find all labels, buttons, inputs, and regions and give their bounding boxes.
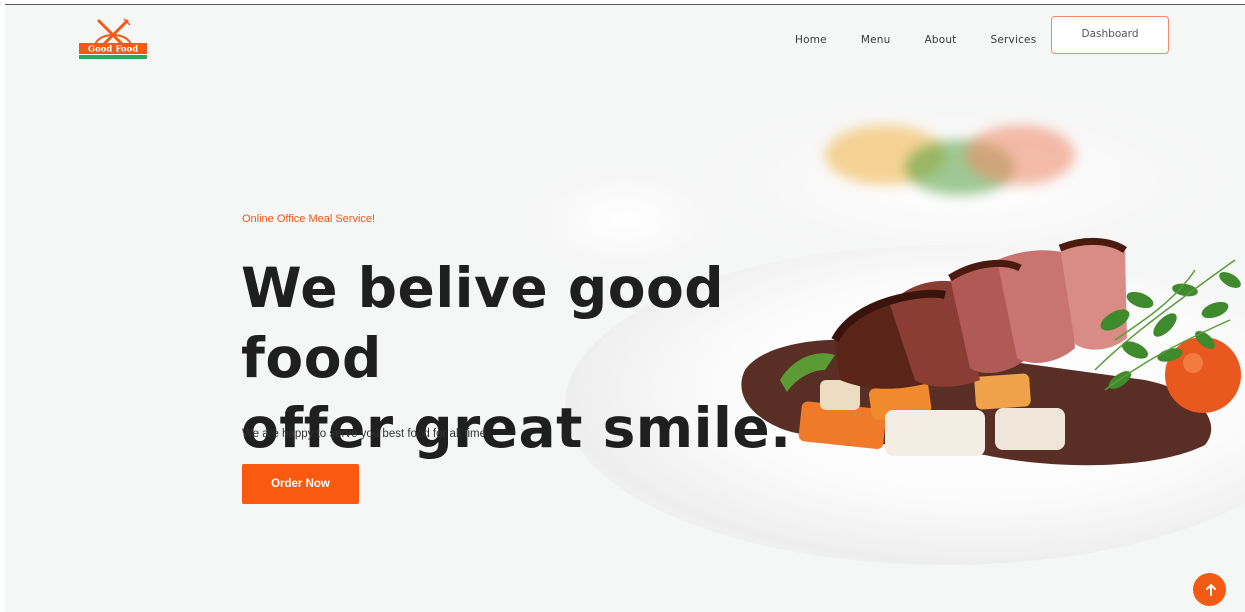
nav-about[interactable]: About	[924, 33, 956, 47]
dashboard-button[interactable]: Dashboard	[1051, 16, 1169, 54]
order-now-button[interactable]: Order Now	[242, 464, 359, 504]
hero-headline-line-1: We belive good food	[241, 256, 725, 390]
nav-services[interactable]: Services	[991, 33, 1037, 47]
background-food-salmon	[965, 125, 1075, 185]
hero-subtitle: We are happy to serve you best food for …	[242, 428, 490, 440]
page-frame: Good Food Home Menu About Services Dashb…	[5, 4, 1245, 612]
main-nav: Home Menu About Services	[795, 33, 1070, 47]
nav-home[interactable]: Home	[795, 33, 827, 47]
hero-eyebrow: Online Office Meal Service!	[242, 213, 376, 225]
arrow-up-icon	[1205, 583, 1216, 596]
nav-menu[interactable]: Menu	[861, 33, 891, 47]
brand-logo[interactable]: Good Food	[77, 17, 149, 63]
logo-text: Good Food	[88, 45, 138, 55]
scroll-top-button[interactable]	[1193, 573, 1226, 606]
crossed-fork-knife-icon	[97, 18, 131, 49]
